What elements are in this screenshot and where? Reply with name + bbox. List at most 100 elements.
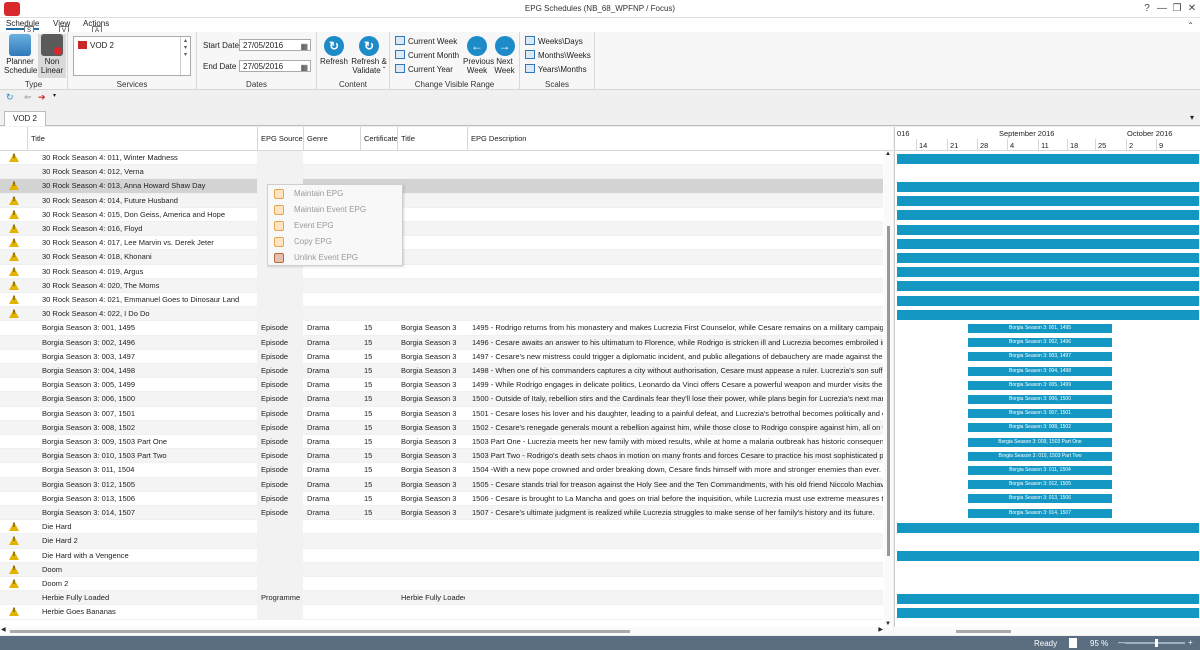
- table-row[interactable]: Borgia Season 3: 014, 1507 Episode Drama 15…: [0, 506, 883, 521]
- scroll-thumb[interactable]: [887, 226, 890, 556]
- timeline-horizontal-scrollbar[interactable]: [894, 627, 1200, 635]
- timeline-bar-labeled[interactable]: Borgia Season 3: 014, 1507: [968, 508, 1112, 518]
- table-row[interactable]: Die Hard 2: [0, 534, 883, 549]
- current-month-button[interactable]: Current Month: [395, 49, 459, 62]
- restore-button[interactable]: ❐: [1170, 3, 1184, 14]
- menu-item-maintain-event-epg[interactable]: Maintain Event EPG: [268, 202, 402, 218]
- table-row[interactable]: Borgia Season 3: 006, 1500 Episode Drama 15…: [0, 392, 883, 407]
- table-row[interactable]: Die Hard: [0, 520, 883, 535]
- qat-forward-icon[interactable]: ➔: [38, 92, 46, 103]
- table-row[interactable]: 30 Rock Season 4: 021, Emmanuel Goes to …: [0, 293, 883, 308]
- qat-back-icon[interactable]: ⇐: [24, 92, 32, 103]
- column-header-epg-source[interactable]: EPG Source: [257, 127, 303, 151]
- timeline-bar[interactable]: [897, 224, 1199, 235]
- services-list[interactable]: VOD 2 ▴ ▾ ▾: [73, 36, 191, 77]
- timeline-bar-labeled[interactable]: Borgia Season 3: 005, 1499: [968, 380, 1112, 390]
- current-week-button[interactable]: Current Week: [395, 35, 457, 48]
- table-row[interactable]: Borgia Season 3: 002, 1496 Episode Drama 15…: [0, 335, 883, 350]
- current-year-button[interactable]: Current Year: [395, 63, 453, 76]
- end-date-field[interactable]: 27/05/2016 ▦: [239, 60, 311, 72]
- timeline-bar-labeled[interactable]: Borgia Season 3: 001, 1495: [968, 323, 1112, 333]
- start-date-field[interactable]: 27/05/2016 ▦: [239, 39, 311, 51]
- tab-list-icon[interactable]: ▾: [1190, 113, 1194, 122]
- table-row[interactable]: Borgia Season 3: 005, 1499 Episode Drama 15…: [0, 378, 883, 393]
- column-header-title[interactable]: Title: [27, 127, 257, 151]
- grid-vertical-scrollbar[interactable]: ▲ ▼: [884, 151, 893, 627]
- years-months-button[interactable]: Years\Months: [525, 63, 587, 76]
- menu-item-unlink-event-epg[interactable]: Unlink Event EPG: [268, 250, 402, 266]
- timeline-bar[interactable]: [897, 551, 1199, 562]
- timeline-bar-labeled[interactable]: Borgia Season 3: 008, 1502: [968, 423, 1112, 433]
- timeline-bar-labeled[interactable]: Borgia Season 3: 010, 1503 Part Two: [968, 451, 1112, 461]
- timeline-bar[interactable]: [897, 252, 1199, 263]
- timeline-bar-labeled[interactable]: Borgia Season 3: 011, 1504: [968, 465, 1112, 475]
- calendar-icon[interactable]: ▦: [300, 62, 308, 73]
- table-row[interactable]: 30 Rock Season 4: 012, Verna: [0, 165, 883, 180]
- refresh-validate-button[interactable]: ↻ Refresh & Validate ˇ: [350, 36, 388, 75]
- grid-horizontal-scrollbar[interactable]: ◀ ▶: [0, 627, 893, 635]
- table-row[interactable]: 30 Rock Season 4: 011, Winter Madness: [0, 151, 883, 166]
- timeline-bar[interactable]: [897, 522, 1199, 533]
- table-row[interactable]: Borgia Season 3: 009, 1503 Part One Episo…: [0, 435, 883, 450]
- zoom-in-button[interactable]: +: [1188, 638, 1193, 647]
- timeline-bar[interactable]: [897, 267, 1199, 278]
- column-header-genre[interactable]: Genre: [303, 127, 360, 151]
- column-header-title2[interactable]: Title: [397, 127, 467, 151]
- timeline-bar-labeled[interactable]: Borgia Season 3: 007, 1501: [968, 409, 1112, 419]
- ribbon-collapse-icon[interactable]: ⌃: [1187, 21, 1194, 30]
- table-row[interactable]: Borgia Season 3: 003, 1497 Episode Drama 15…: [0, 349, 883, 364]
- timeline-bar[interactable]: [897, 295, 1199, 306]
- table-row[interactable]: Herbie Fully Loaded Programme Herbie Fully…: [0, 591, 883, 606]
- previous-week-button[interactable]: ← Previous Week: [463, 36, 494, 75]
- table-row[interactable]: Doom: [0, 562, 883, 577]
- timeline-bar-labeled[interactable]: Borgia Season 3: 009, 1503 Part One: [968, 437, 1112, 447]
- timeline-bar-labeled[interactable]: Borgia Season 3: 013, 1506: [968, 494, 1112, 504]
- table-row[interactable]: Borgia Season 3: 013, 1506 Episode Drama 15…: [0, 491, 883, 506]
- table-row[interactable]: Herbie Goes Bananas: [0, 605, 883, 620]
- next-week-button[interactable]: → Next Week: [491, 36, 518, 75]
- timeline-bar-labeled[interactable]: Borgia Season 3: 006, 1500: [968, 394, 1112, 404]
- planner-schedule-button[interactable]: Planner Schedule: [4, 34, 37, 75]
- table-row[interactable]: Borgia Season 3: 008, 1502 Episode Drama 15…: [0, 420, 883, 435]
- table-row[interactable]: Die Hard with a Vengence: [0, 548, 883, 563]
- qat-refresh-icon[interactable]: ↻: [6, 92, 14, 103]
- timeline-bar[interactable]: [897, 181, 1199, 192]
- timeline-bar[interactable]: [897, 238, 1199, 249]
- scroll-right-icon[interactable]: ▶: [878, 626, 883, 633]
- weeks-days-button[interactable]: Weeks\Days: [525, 35, 583, 48]
- zoom-slider-knob[interactable]: [1155, 639, 1158, 647]
- services-list-item[interactable]: VOD 2: [78, 41, 114, 50]
- menu-item-event-epg[interactable]: Event EPG: [268, 218, 402, 234]
- table-row[interactable]: 30 Rock Season 4: 013, Anna Howard Shaw …: [0, 179, 883, 194]
- table-row[interactable]: Borgia Season 3: 007, 1501 Episode Drama 15…: [0, 406, 883, 421]
- menu-item-maintain-epg[interactable]: Maintain EPG: [268, 186, 402, 202]
- timeline-bar-labeled[interactable]: Borgia Season 3: 002, 1496: [968, 338, 1112, 348]
- column-header-certificate[interactable]: Certificate: [360, 127, 398, 151]
- timeline-bar[interactable]: [897, 607, 1199, 618]
- help-button[interactable]: ?: [1140, 3, 1154, 14]
- timeline-bar[interactable]: [897, 281, 1199, 292]
- scroll-left-icon[interactable]: ◀: [1, 626, 6, 633]
- timeline-bar-labeled[interactable]: Borgia Season 3: 003, 1497: [968, 352, 1112, 362]
- table-row[interactable]: 30 Rock Season 4: 020, The Moms: [0, 278, 883, 293]
- minimize-button[interactable]: —: [1155, 3, 1169, 14]
- table-row[interactable]: 30 Rock Season 4: 017, Lee Marvin vs. De…: [0, 236, 883, 251]
- non-linear-button[interactable]: Non Linear: [38, 34, 66, 78]
- table-row[interactable]: Borgia Season 3: 011, 1504 Episode Drama 15…: [0, 463, 883, 478]
- timeline-bar[interactable]: [897, 196, 1199, 207]
- table-row[interactable]: 30 Rock Season 4: 019, Argus: [0, 264, 883, 279]
- menu-item-copy-epg[interactable]: Copy EPG: [268, 234, 402, 250]
- table-row[interactable]: 30 Rock Season 4: 015, Don Geiss, Americ…: [0, 207, 883, 222]
- table-row[interactable]: Borgia Season 3: 010, 1503 Part Two Episo…: [0, 449, 883, 464]
- scroll-thumb[interactable]: [956, 630, 1011, 633]
- close-button[interactable]: ✕: [1185, 3, 1199, 14]
- timeline-bar[interactable]: [897, 593, 1199, 604]
- timeline-bar[interactable]: [897, 153, 1199, 164]
- table-row[interactable]: Borgia Season 3: 004, 1498 Episode Drama 15…: [0, 364, 883, 379]
- table-row[interactable]: Borgia Season 3: 012, 1505 Episode Drama 15…: [0, 477, 883, 492]
- table-row[interactable]: 30 Rock Season 4: 022, I Do Do: [0, 307, 883, 322]
- table-row[interactable]: Doom 2: [0, 577, 883, 592]
- timeline-bar[interactable]: [897, 309, 1199, 320]
- timeline-bar-labeled[interactable]: Borgia Season 3: 004, 1498: [968, 366, 1112, 376]
- table-row[interactable]: 30 Rock Season 4: 018, Khonani: [0, 250, 883, 265]
